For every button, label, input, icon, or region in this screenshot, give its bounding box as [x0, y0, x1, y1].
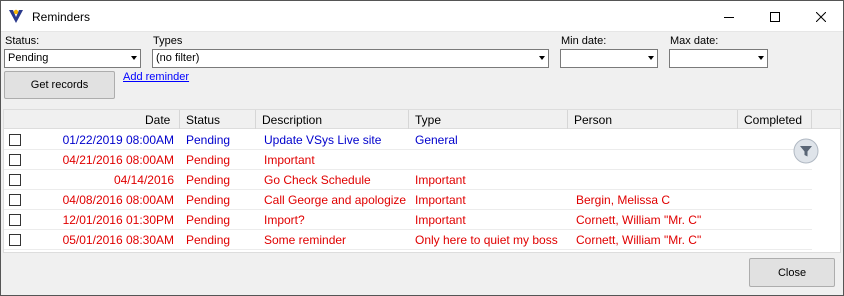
- cell-date: 04/14/2016: [113, 173, 174, 187]
- cell-status: Pending: [186, 193, 231, 207]
- cell-status: Pending: [186, 133, 231, 147]
- cell-type: Important: [415, 193, 466, 207]
- chevron-down-icon: [758, 56, 764, 60]
- table-row[interactable]: 05/01/2016 08:30AM Pending Some reminder On…: [4, 230, 812, 250]
- filter-icon[interactable]: [793, 138, 819, 164]
- column-header-status[interactable]: Status: [186, 113, 220, 127]
- grid-header: Date Status Description Type Person Comp…: [4, 110, 840, 129]
- column-header-date[interactable]: Date: [145, 113, 170, 127]
- minimize-icon: [724, 16, 734, 18]
- table-row[interactable]: 04/21/2016 08:00AM Pending Important: [4, 150, 812, 170]
- cell-description: Import?: [264, 213, 305, 227]
- cell-type: Important: [415, 213, 466, 227]
- chevron-down-icon: [131, 56, 137, 60]
- table-row[interactable]: 12/01/2016 01:30PM Pending Import? Importan…: [4, 210, 812, 230]
- cell-description: Some reminder: [264, 233, 347, 247]
- status-label: Status:: [5, 35, 40, 47]
- status-select[interactable]: Pending: [4, 49, 141, 68]
- min-date-picker[interactable]: [560, 49, 658, 68]
- max-date-label: Max date:: [670, 35, 719, 47]
- column-divider[interactable]: [408, 110, 409, 129]
- get-records-button[interactable]: Get records: [4, 71, 115, 99]
- cell-status: Pending: [186, 233, 231, 247]
- min-date-label: Min date:: [561, 35, 607, 47]
- cell-date: 05/01/2016 08:30AM: [62, 233, 174, 247]
- types-label: Types: [153, 35, 183, 47]
- cell-type: General: [415, 133, 458, 147]
- column-divider[interactable]: [811, 110, 812, 129]
- column-divider[interactable]: [179, 110, 180, 129]
- cell-person: Cornett, William "Mr. C": [576, 213, 702, 227]
- close-window-button[interactable]: [798, 1, 844, 32]
- cell-person: Bergin, Melissa C: [576, 193, 671, 207]
- close-button[interactable]: Close: [749, 258, 835, 287]
- cell-description: Go Check Schedule: [264, 173, 371, 187]
- cell-date: 04/21/2016 08:00AM: [62, 153, 174, 167]
- window-title: Reminders: [32, 10, 91, 24]
- cell-status: Pending: [186, 173, 231, 187]
- column-header-person[interactable]: Person: [574, 113, 612, 127]
- add-reminder-link[interactable]: Add reminder: [123, 71, 189, 83]
- column-divider[interactable]: [737, 110, 738, 129]
- types-select[interactable]: (no filter): [152, 49, 549, 68]
- cell-status: Pending: [186, 213, 231, 227]
- column-divider[interactable]: [255, 110, 256, 129]
- max-date-picker[interactable]: [669, 49, 768, 68]
- status-select-value: Pending: [8, 52, 49, 64]
- maximize-icon: [770, 11, 780, 22]
- cell-description: Call George and apologize: [264, 193, 407, 207]
- column-header-description[interactable]: Description: [262, 113, 322, 127]
- maximize-button[interactable]: [752, 1, 798, 32]
- reminders-grid[interactable]: Date Status Description Type Person Comp…: [3, 109, 841, 253]
- cell-status: Pending: [186, 153, 231, 167]
- cell-date: 12/01/2016 01:30PM: [62, 213, 174, 227]
- column-header-type[interactable]: Type: [415, 113, 441, 127]
- cell-description: Update VSys Live site: [264, 133, 382, 147]
- cell-date: 04/08/2016 08:00AM: [62, 193, 174, 207]
- cell-type: Only here to quiet my boss: [415, 233, 558, 247]
- close-icon: [816, 11, 826, 22]
- chevron-down-icon: [539, 56, 545, 60]
- table-row[interactable]: 01/22/2019 08:00AM Pending Update VSys Liv…: [4, 130, 812, 150]
- cell-person: Cornett, William "Mr. C": [576, 233, 702, 247]
- reminders-window: Reminders Status: Pending Types (no filt…: [0, 0, 844, 296]
- chevron-down-icon: [648, 56, 654, 60]
- app-logo-icon: [9, 9, 23, 23]
- column-header-completed[interactable]: Completed: [744, 113, 802, 127]
- table-row[interactable]: 04/08/2016 08:00AM Pending Call George and…: [4, 190, 812, 210]
- minimize-button[interactable]: [706, 1, 752, 32]
- types-select-value: (no filter): [156, 52, 200, 64]
- cell-type: Important: [415, 173, 466, 187]
- table-row[interactable]: 04/14/2016 Pending Go Check Schedule Import…: [4, 170, 812, 190]
- cell-description: Important: [264, 153, 315, 167]
- title-bar[interactable]: Reminders: [1, 1, 843, 32]
- column-divider[interactable]: [567, 110, 568, 129]
- cell-date: 01/22/2019 08:00AM: [62, 133, 174, 147]
